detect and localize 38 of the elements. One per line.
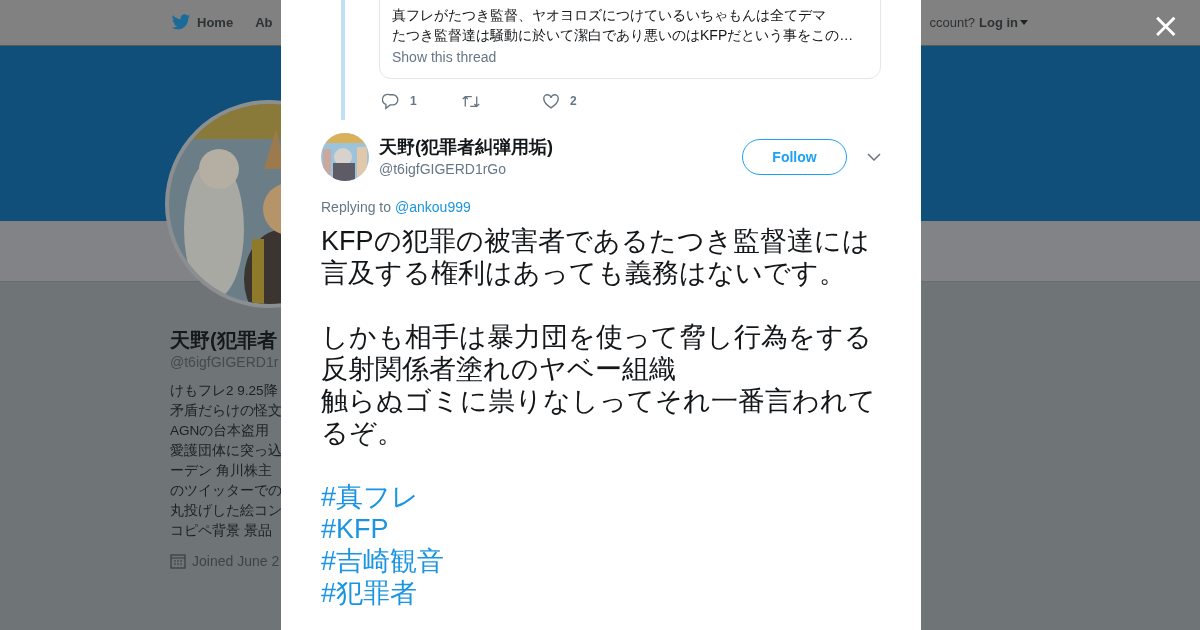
hashtag-link[interactable]: #KFP — [321, 513, 389, 545]
quoted-text-line: たつき監督達は騒動に於いて潔白であり悪いのはKFPだという事をこの… — [392, 26, 855, 45]
about-link[interactable]: Ab — [255, 15, 273, 30]
bio-line: 矛盾だらけの怪文 — [170, 402, 282, 420]
bio-line: コピペ背景 景品 — [170, 522, 272, 540]
user-handle: @t6igfGIGERD1rGo — [379, 160, 508, 179]
calendar-icon — [170, 553, 186, 569]
replying-label: Replying to — [321, 199, 392, 215]
bio-line: 丸投げした絵コン — [170, 502, 282, 520]
heart-icon — [542, 92, 560, 110]
bio-line: けもフレ2 9.25降 — [170, 382, 278, 400]
home-link[interactable]: Home — [171, 14, 234, 31]
tweet-text: しかも相手は暴力団を使って脅し行為をする反射関係者塗れのヤベー組織 — [321, 321, 873, 385]
hashtag-link[interactable]: #犯罪者 — [321, 577, 418, 609]
show-thread-link[interactable]: Show this thread — [392, 49, 497, 65]
tweet-text: 触らぬゴミに祟りなしってそれ一番言われてるぞ。 — [321, 385, 877, 449]
quoted-text-line: 真フレがたつき監督、ヤオヨロズにつけているいちゃもんは全てデマ — [392, 6, 827, 25]
follow-button[interactable]: Follow — [742, 139, 847, 175]
chevron-down-icon[interactable] — [867, 153, 881, 161]
hashtag-link[interactable]: #真フレ — [321, 481, 420, 513]
profile-name: 天野(犯罪者 — [170, 328, 277, 353]
bio-line: 愛護団体に突っ込 — [170, 442, 282, 460]
account-prompt: ccount? — [929, 15, 975, 30]
bio-line: のツイッターでの — [170, 482, 282, 500]
mention-link[interactable]: @ankou999 — [395, 199, 471, 215]
reply-button[interactable]: 1 — [382, 92, 462, 110]
quoted-tweet-card[interactable]: 真フレがたつき監督、ヤオヨロズにつけているいちゃもんは全てデマ たつき監督達は騒動に於いて潔白であり悪いのはKFPだという事をこの… Show this thread — [379, 0, 881, 79]
speech-bubble-icon — [382, 92, 400, 110]
tweet-text: KFPの犯罪の被害者であるたつき監督達には言及する権利はあっても義務はないです。 — [321, 225, 871, 289]
login-link[interactable]: Log in — [979, 15, 1028, 30]
bio-line: ーデン 角川株主 — [170, 462, 272, 480]
hashtag-link[interactable]: #吉崎観音 — [321, 545, 445, 577]
bio-line: AGNの台本盗用 — [170, 422, 270, 440]
user-name: 天野(犯罪者糾弾用垢) — [379, 136, 554, 159]
caret-icon — [1020, 20, 1028, 25]
close-button[interactable]: × — [1151, 8, 1180, 42]
bird-icon — [171, 14, 191, 31]
like-button[interactable]: 2 — [542, 92, 622, 110]
